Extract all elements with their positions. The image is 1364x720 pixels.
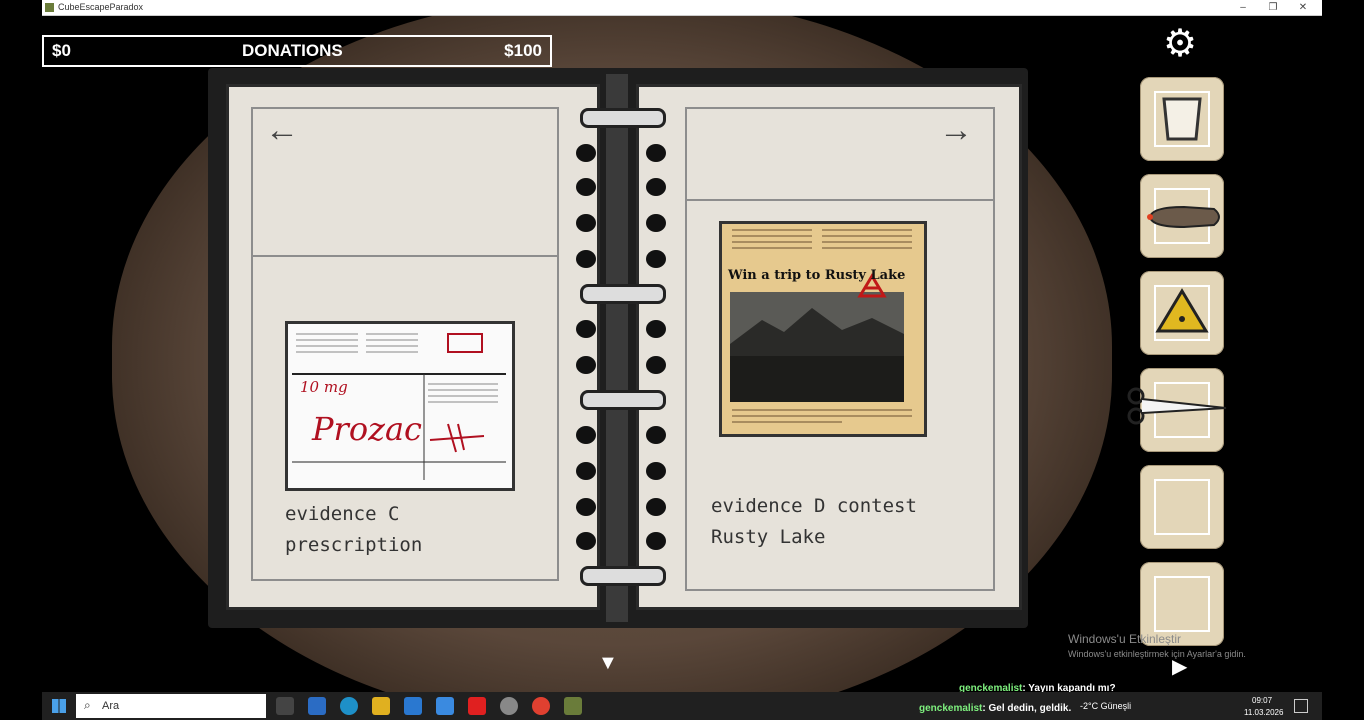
- binder-ring: [580, 566, 666, 586]
- activation-watermark-title: Windows'u Etkinleştir: [1068, 632, 1181, 646]
- chat-username: genckemalist: [919, 703, 983, 714]
- donations-bar: $0 DONATIONS $100: [42, 35, 552, 67]
- prescription-card[interactable]: 10 mg Prozac: [285, 321, 515, 491]
- triangle-amulet-icon: [1155, 288, 1209, 333]
- binder-hole: [576, 320, 596, 338]
- binder-hole: [646, 144, 666, 162]
- inventory-slot-4[interactable]: [1127, 368, 1227, 452]
- chat-username: genckemalist: [959, 683, 1023, 692]
- glass-icon: [1162, 97, 1202, 141]
- donations-max: $100: [504, 41, 542, 60]
- minimize-button[interactable]: –: [1228, 0, 1258, 15]
- newspaper-clipping[interactable]: Win a trip to Rusty Lake: [719, 221, 927, 437]
- binder-hole: [576, 532, 596, 550]
- game-canvas[interactable]: $0 DONATIONS $100 ⚙ ← 10 mg Prozac evide…: [42, 16, 1322, 692]
- clipping-graphic: [730, 229, 912, 423]
- prev-page-arrow[interactable]: ←: [265, 111, 299, 150]
- notification-icon[interactable]: [1294, 699, 1308, 713]
- search-icon: ⌕: [84, 698, 91, 712]
- left-page: ← 10 mg Prozac evidence C prescription: [226, 84, 600, 610]
- binder-hole: [646, 356, 666, 374]
- store-icon[interactable]: [404, 697, 422, 715]
- binder-hole: [576, 214, 596, 232]
- binder-ring: [580, 108, 666, 128]
- clipping-headline: Win a trip to Rusty Lake: [728, 268, 906, 283]
- obs-icon[interactable]: [500, 697, 518, 715]
- prescription-dose: 10 mg: [300, 378, 348, 396]
- right-page: → Win a trip to Rusty Lake evidence D co…: [636, 84, 1022, 610]
- clock-date[interactable]: 11.03.2026: [1244, 708, 1283, 717]
- down-arrow-button[interactable]: ▼: [598, 652, 618, 675]
- gear-icon[interactable]: ⚙: [1160, 24, 1200, 64]
- donations-min: $0: [52, 41, 71, 60]
- game-taskbar-icon[interactable]: [564, 697, 582, 715]
- restore-button[interactable]: ❐: [1258, 0, 1288, 15]
- chat-message: genckemalist: Gel dedin, geldik.: [916, 702, 1074, 715]
- mail-icon[interactable]: [436, 697, 454, 715]
- app-icon-1[interactable]: [308, 697, 326, 715]
- notebook-spine: [606, 74, 628, 622]
- evidence-d-subtitle: Rusty Lake: [711, 526, 826, 548]
- binder-hole: [646, 532, 666, 550]
- task-view-icon[interactable]: [276, 697, 294, 715]
- inventory-slot-3[interactable]: [1140, 271, 1224, 355]
- binder-hole: [646, 320, 666, 338]
- youtube-icon[interactable]: [468, 697, 486, 715]
- binder-hole: [576, 144, 596, 162]
- evidence-c-caption: evidence C prescription: [285, 499, 422, 561]
- window-title: CubeEscapeParadox: [58, 2, 144, 12]
- edge-icon[interactable]: [340, 697, 358, 715]
- evidence-c-subtitle: prescription: [285, 534, 423, 556]
- binder-hole: [646, 462, 666, 480]
- search-placeholder: Ara: [102, 700, 120, 712]
- slot-frame: [1154, 479, 1210, 535]
- binder-hole: [576, 250, 596, 268]
- window-titlebar: CubeEscapeParadox – ❐ ✕: [42, 0, 1322, 16]
- clock-time[interactable]: 09:07: [1252, 696, 1272, 705]
- binder-hole: [576, 462, 596, 480]
- cigar-icon: [1147, 205, 1220, 229]
- chat-text: : Yayın kapandı mı?: [1022, 683, 1116, 692]
- next-page-arrow[interactable]: →: [939, 111, 973, 150]
- taskbar-search-box[interactable]: ⌕ Ara: [76, 694, 266, 718]
- chat-message: genckemalist: Yayın kapandı mı?: [956, 682, 1119, 692]
- inventory-slot-5[interactable]: [1140, 465, 1224, 549]
- binder-hole: [576, 356, 596, 374]
- slot-frame: [1154, 576, 1210, 632]
- binder-hole: [646, 214, 666, 232]
- activation-watermark-text: Windows'u etkinleştirmek için Ayarlar'a …: [1068, 649, 1246, 659]
- evidence-d-caption: evidence D contest Rusty Lake: [711, 491, 917, 553]
- binder-hole: [646, 250, 666, 268]
- chrome-icon[interactable]: [532, 697, 550, 715]
- binder-ring: [580, 390, 666, 410]
- binder-hole: [576, 498, 596, 516]
- file-explorer-icon[interactable]: [372, 697, 390, 715]
- binder-hole: [576, 426, 596, 444]
- windows-start-icon[interactable]: [52, 699, 66, 713]
- prescription-graphic: [292, 333, 506, 480]
- scissors-icon: [1127, 387, 1227, 425]
- evidence-c-title: evidence C: [285, 503, 400, 525]
- weather-widget[interactable]: -2°C Güneşli: [1080, 701, 1131, 711]
- binder-hole: [646, 178, 666, 196]
- inventory-slot-1[interactable]: [1140, 77, 1224, 161]
- binder-hole: [576, 178, 596, 196]
- chat-text: : Gel dedin, geldik.: [982, 703, 1072, 714]
- donations-label: DONATIONS: [242, 41, 343, 60]
- windows-taskbar: ⌕ Ara genckemalist: Gel dedin, geldik. -…: [42, 692, 1322, 720]
- prescription-drug: Prozac: [312, 410, 422, 448]
- app-icon: [45, 3, 54, 12]
- inventory-slot-2[interactable]: [1140, 174, 1224, 258]
- evidence-notebook: ← 10 mg Prozac evidence C prescription →…: [208, 68, 1028, 628]
- close-button[interactable]: ✕: [1288, 0, 1318, 15]
- evidence-d-title: evidence D contest: [711, 495, 917, 517]
- binder-ring: [580, 284, 666, 304]
- binder-hole: [646, 426, 666, 444]
- binder-hole: [646, 498, 666, 516]
